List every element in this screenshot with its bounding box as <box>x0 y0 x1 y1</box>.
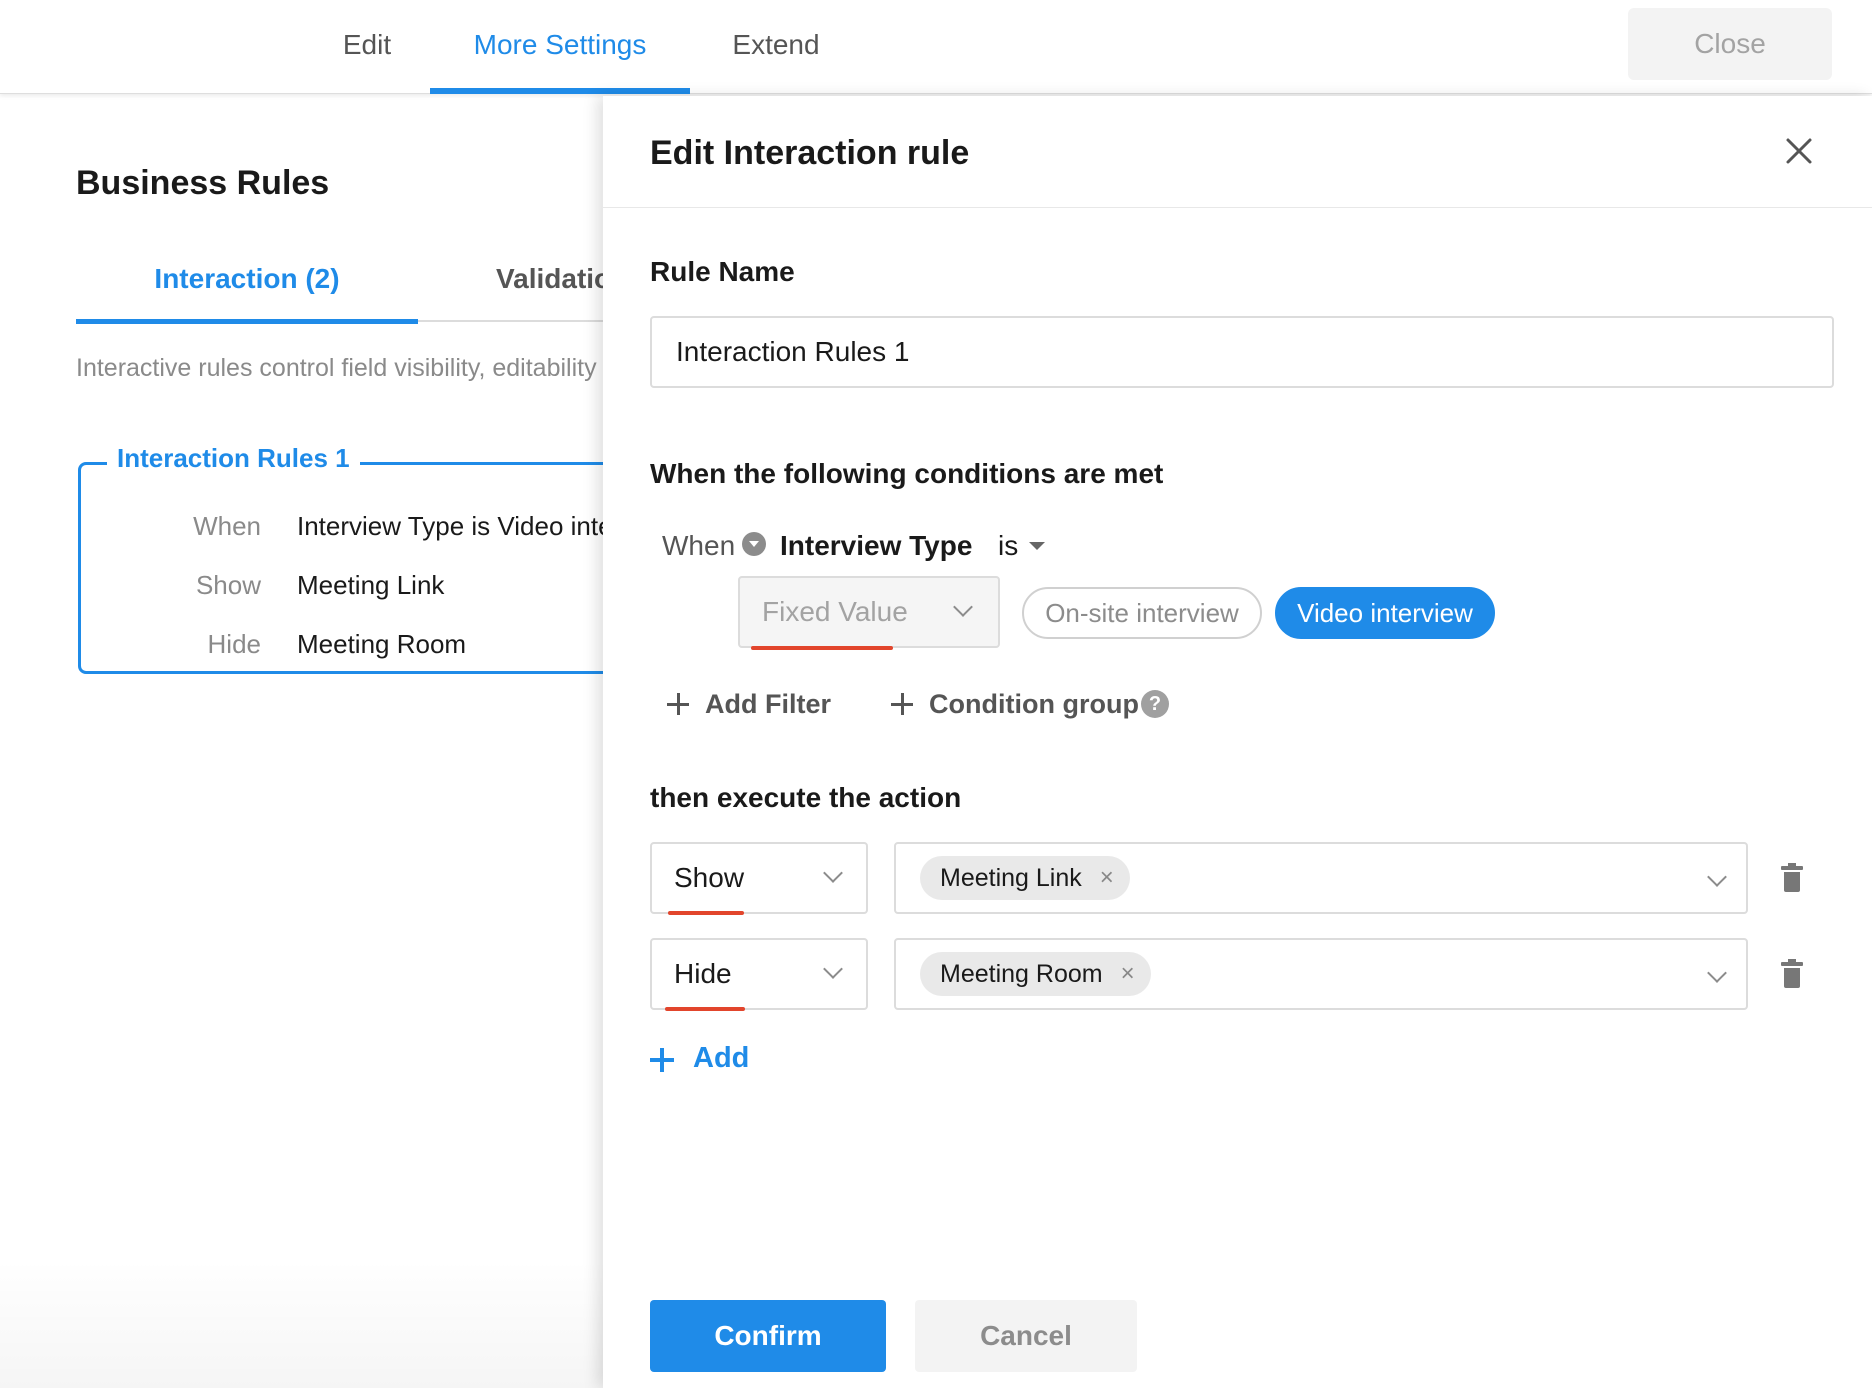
field-tag-label: Meeting Link <box>940 864 1082 892</box>
caret-down-icon[interactable] <box>1029 542 1045 550</box>
drawer-header: Edit Interaction rule <box>603 96 1872 208</box>
action-type-value: Show <box>674 862 745 893</box>
rule-row-label: Hide <box>207 629 261 659</box>
action-type-select[interactable]: Show <box>650 842 868 914</box>
add-action-button[interactable]: Add <box>650 1042 749 1075</box>
action-field-select[interactable]: Meeting Link × <box>894 842 1748 914</box>
tab-edit[interactable]: Edit <box>312 0 422 94</box>
close-icon[interactable] <box>1782 134 1816 168</box>
plus-icon <box>891 693 913 715</box>
condition-group-button[interactable]: Condition group <box>887 689 1139 720</box>
add-filter-button[interactable]: Add Filter <box>663 689 831 720</box>
page-title: Business Rules <box>76 164 330 202</box>
confirm-button[interactable]: Confirm <box>650 1300 886 1372</box>
actions-label: then execute the action <box>650 782 962 813</box>
field-tag: Meeting Link × <box>920 856 1130 900</box>
rule-row-value: Meeting Link <box>297 570 445 600</box>
condition-operator[interactable]: is <box>998 530 1018 562</box>
chevron-down-circle-icon[interactable] <box>742 532 766 556</box>
annotation-underline <box>668 911 744 915</box>
chevron-down-icon <box>823 863 843 883</box>
rule-row-value: Interview Type is Video interview <box>297 511 604 541</box>
condition-group-label: Condition group <box>929 689 1139 719</box>
rule-card[interactable]: Interaction Rules 1 When Interview Type … <box>78 443 604 674</box>
help-icon[interactable]: ? <box>1141 690 1169 718</box>
field-tag: Meeting Room × <box>920 952 1151 996</box>
rule-row-label: When <box>193 511 261 541</box>
rule-card-title: Interaction Rules 1 <box>107 443 360 474</box>
chevron-down-icon <box>1707 867 1727 887</box>
conditions-label: When the following conditions are met <box>650 458 1164 489</box>
drawer-title: Edit Interaction rule <box>650 134 970 172</box>
add-filter-label: Add Filter <box>705 689 831 719</box>
tab-more-settings[interactable]: More Settings <box>430 0 690 94</box>
annotation-underline <box>751 646 893 650</box>
chevron-down-icon <box>953 597 973 617</box>
top-navigation: Edit More Settings Extend Close <box>0 0 1872 94</box>
value-type-select[interactable]: Fixed Value <box>738 576 1000 648</box>
action-type-select[interactable]: Hide <box>650 938 868 1010</box>
field-tag-label: Meeting Room <box>940 960 1103 988</box>
chevron-down-icon <box>823 959 843 979</box>
tab-interaction[interactable]: Interaction (2) <box>76 250 418 324</box>
rule-name-input[interactable] <box>650 316 1834 388</box>
add-action-label: Add <box>693 1042 750 1074</box>
cancel-button[interactable]: Cancel <box>915 1300 1137 1372</box>
option-video-interview[interactable]: Video interview <box>1275 587 1495 639</box>
condition-field[interactable]: Interview Type <box>780 530 972 562</box>
remove-tag-icon[interactable]: × <box>1121 952 1135 996</box>
trash-icon[interactable] <box>1781 863 1803 892</box>
action-field-select[interactable]: Meeting Room × <box>894 938 1748 1010</box>
rule-name-label: Rule Name <box>650 256 795 287</box>
close-button[interactable]: Close <box>1628 8 1832 80</box>
option-onsite-interview[interactable]: On-site interview <box>1022 587 1262 639</box>
rules-description: Interactive rules control field visibili… <box>76 354 597 382</box>
chevron-down-icon <box>1707 963 1727 983</box>
business-rules-panel: Business Rules Interaction (2) Validatio… <box>0 96 604 1388</box>
plus-icon <box>667 693 689 715</box>
rule-row-label: Show <box>195 570 261 600</box>
tab-validation[interactable]: Validation <box>496 250 604 322</box>
action-type-value: Hide <box>674 958 732 989</box>
rule-row-value: Meeting Room <box>297 629 467 659</box>
edit-rule-drawer: Edit Interaction rule Rule Name When the… <box>603 96 1872 1388</box>
tab-extend[interactable]: Extend <box>716 0 836 94</box>
trash-icon[interactable] <box>1781 959 1803 988</box>
plus-icon <box>650 1048 674 1072</box>
condition-when-label: When <box>662 530 736 561</box>
value-type-value: Fixed Value <box>762 596 908 627</box>
remove-tag-icon[interactable]: × <box>1100 856 1114 900</box>
rules-tabs: Interaction (2) Validation <box>76 250 604 324</box>
annotation-underline <box>665 1007 745 1011</box>
